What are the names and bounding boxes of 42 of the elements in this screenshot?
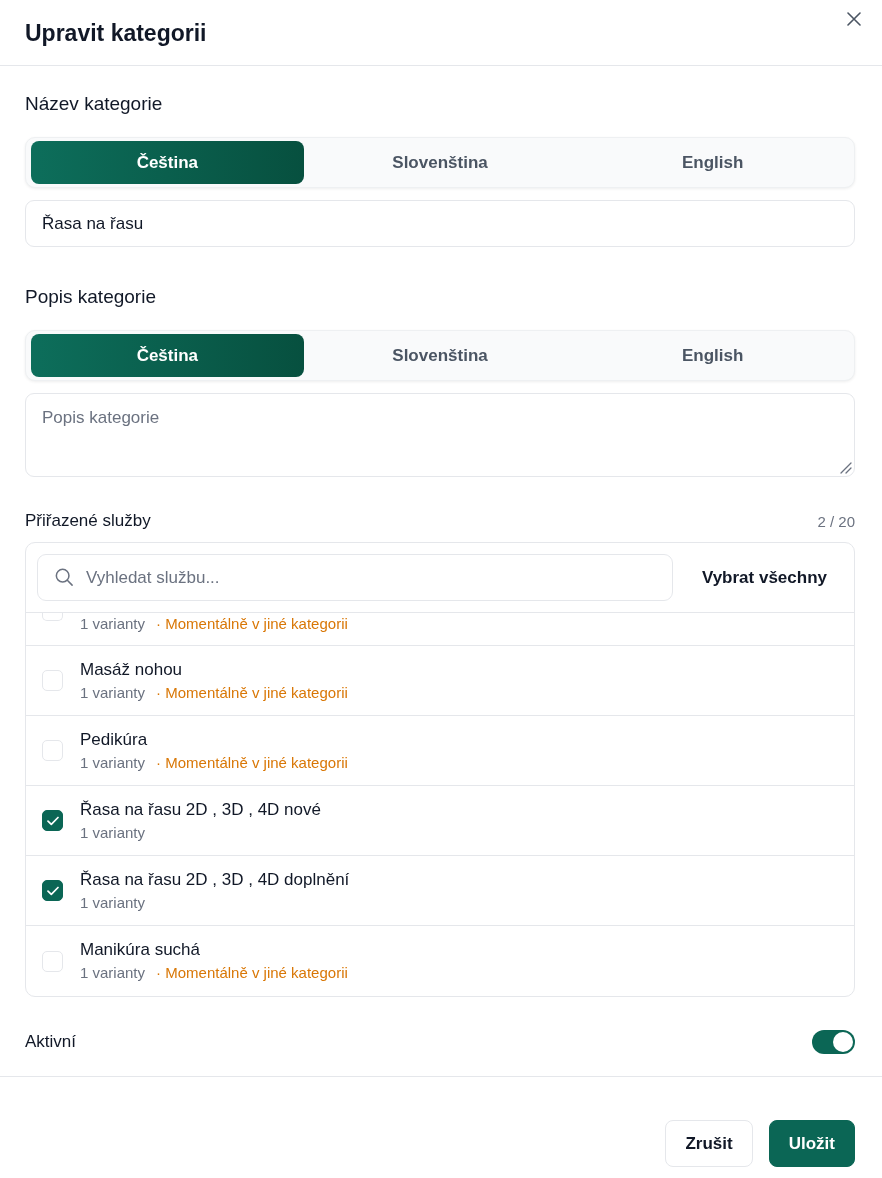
section-label: Název kategorie [25,92,164,116]
check-icon [46,885,59,896]
category-note: · Momentálně v jiné kategorii [156,614,348,634]
variant-count: 1 varianty [80,963,146,983]
search-icon [55,568,73,586]
close-icon [847,12,861,26]
variant-count: 1 varianty [80,892,146,913]
save-button[interactable]: Uložit [768,1120,855,1167]
section-label: Popis kategorie [25,285,157,309]
checkbox[interactable] [42,880,63,901]
description-field[interactable]: Popis kategorie [25,393,855,477]
selected-count: 2 / 20 [817,512,855,530]
select-all-button[interactable]: Vybrat všechny [685,557,843,598]
section-label: Přiřazené služby [25,511,151,531]
category-note: · Momentálně v jiné kategorii [156,682,348,703]
active-label: Aktivní [25,1032,77,1052]
language-tab[interactable]: English [576,141,849,184]
close-button[interactable] [847,12,861,26]
service-name: Řasa na řasu 2D , 3D , 4D doplnění [80,868,350,891]
service-name: Řasa na řasu 2D , 3D , 4D nové [80,798,321,821]
checkbox[interactable] [42,810,63,831]
service-name: Manikúra suchá [80,939,201,961]
resize-grip-icon[interactable] [838,460,852,474]
language-tab[interactable]: Čeština [31,334,304,377]
language-tab[interactable]: Slovenština [303,334,577,377]
variant-count: 1 varianty [80,752,146,773]
dialog-title: Upravit kategorii [25,20,207,46]
variant-count: 1 varianty [80,682,146,703]
category-note: · Momentálně v jiné kategorii [156,963,348,983]
search-field[interactable]: Vyhledat službu... [37,554,673,601]
service-name: Masáž nohou [80,658,184,681]
service-name: Pedikúra [80,728,149,751]
check-icon [46,815,59,826]
variant-count: 1 varianty [80,614,146,634]
variant-count: 1 varianty [80,822,146,843]
language-tab[interactable]: Slovenština [303,141,577,184]
language-tab[interactable]: Čeština [31,141,304,184]
language-tab[interactable]: English [576,334,849,377]
cancel-button[interactable]: Zrušit [665,1120,753,1167]
category-note: · Momentálně v jiné kategorii [156,752,348,773]
toggle-switch[interactable] [812,1030,855,1054]
name-field[interactable]: Řasa na řasu [25,200,855,247]
